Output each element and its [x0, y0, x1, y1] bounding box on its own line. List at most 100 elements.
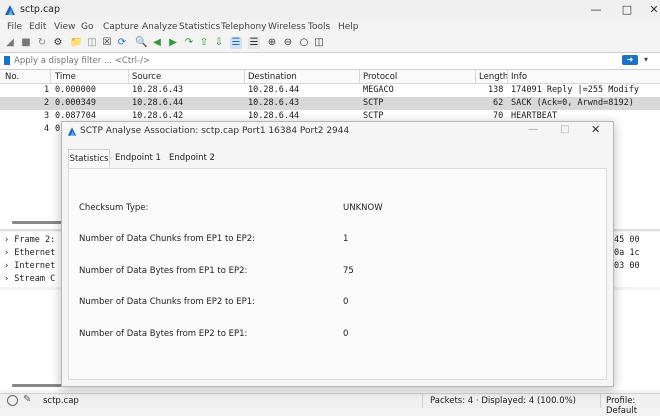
horizontal-scrollbar[interactable]	[12, 221, 62, 224]
expand-arrow-icon[interactable]: ›	[4, 235, 14, 245]
tab-statistics[interactable]: Statistics	[68, 149, 110, 168]
packet-time: 0.000349	[55, 98, 96, 108]
column-no[interactable]: No.	[5, 72, 19, 82]
column-separator[interactable]	[50, 70, 51, 83]
packet-source: 10.28.6.44	[132, 98, 184, 108]
menu-edit[interactable]: Edit	[29, 22, 46, 32]
column-separator[interactable]	[359, 70, 360, 83]
menu-capture[interactable]: Capture	[103, 22, 139, 32]
go-last-icon[interactable]: ⇩	[213, 37, 225, 49]
wireshark-logo-icon	[5, 5, 15, 15]
stop-capture-icon[interactable]: ■	[20, 37, 32, 49]
menu-help[interactable]: Help	[338, 22, 359, 32]
dialog-title: SCTP Analyse Association: sctp.cap Port1…	[80, 126, 350, 136]
menu-tools[interactable]: Tools	[308, 22, 330, 32]
details-ethernet-line[interactable]: › Ethernet	[4, 248, 55, 258]
column-info[interactable]: Info	[511, 72, 527, 82]
menu-wireless[interactable]: Wireless	[268, 22, 306, 32]
restart-capture-icon[interactable]: ↻	[36, 37, 48, 49]
find-packet-icon[interactable]: 🔍	[135, 37, 147, 49]
normal-size-icon[interactable]: ○	[298, 37, 310, 49]
details-stream-line[interactable]: › Stream C	[4, 274, 55, 284]
zoom-in-icon[interactable]: ⊕	[266, 37, 278, 49]
checksum-type-value: UNKNOW	[343, 203, 383, 213]
go-first-icon[interactable]: ⇧	[198, 37, 210, 49]
packet-row-selected[interactable]: 2 0.000349 10.28.6.44 10.28.6.43 SCTP 62…	[0, 97, 660, 110]
packet-destination: 10.28.6.44	[248, 85, 300, 95]
menu-statistics[interactable]: Statistics	[179, 22, 220, 32]
packet-time: 0.087704	[55, 111, 96, 121]
close-file-icon[interactable]: ☒	[101, 37, 113, 49]
expand-arrow-icon[interactable]: ›	[4, 248, 14, 258]
title-bar: sctp.cap — □ ✕	[0, 0, 660, 20]
packet-info: SACK (Ack=0, Arwnd=8192)	[511, 98, 634, 108]
bytes-row: 03 00	[614, 261, 640, 271]
menu-view[interactable]: View	[54, 22, 75, 32]
menu-bar: File Edit View Go Capture Analyze Statis…	[0, 20, 660, 35]
dialog-close-button[interactable]: ✕	[591, 123, 600, 136]
data-bytes-ep2-ep1-label: Number of Data Bytes from EP2 to EP1:	[79, 329, 248, 339]
sctp-analyse-dialog: SCTP Analyse Association: sctp.cap Port1…	[61, 121, 614, 387]
wireshark-logo-icon	[67, 127, 77, 136]
packet-info: HEARTBEAT	[511, 111, 558, 121]
reload-file-icon[interactable]: ⟳	[116, 37, 128, 49]
column-separator[interactable]	[475, 70, 476, 83]
statistics-panel: Checksum Type: UNKNOW Number of Data Chu…	[68, 168, 607, 380]
open-file-icon[interactable]: 📁	[70, 37, 82, 49]
data-bytes-ep1-ep2-value: 75	[343, 266, 354, 276]
edit-comment-icon[interactable]: ✎	[23, 394, 31, 405]
tab-endpoint-1[interactable]: Endpoint 1	[114, 149, 162, 167]
details-internet-line[interactable]: › Internet	[4, 261, 55, 271]
main-toolbar: ◢ ■ ↻ ⚙ 📁 ◫ ☒ ⟳ 🔍 ◀ ▶ ↷ ⇧ ⇩ ☰ ☰ ⊕ ⊖ ○ ◫	[0, 35, 660, 52]
status-divider	[422, 394, 423, 408]
column-separator[interactable]	[507, 70, 508, 83]
data-bytes-ep1-ep2-label: Number of Data Bytes from EP1 to EP2:	[79, 266, 248, 276]
details-frame-line[interactable]: › Frame 2:	[4, 235, 55, 245]
expand-arrow-icon[interactable]: ›	[4, 261, 14, 271]
chevron-down-icon[interactable]: ▾	[644, 55, 648, 64]
close-button[interactable]: ✕	[644, 2, 660, 18]
menu-analyze[interactable]: Analyze	[142, 22, 177, 32]
column-length[interactable]: Length	[479, 72, 508, 82]
colorize-icon[interactable]: ☰	[248, 37, 260, 49]
expand-arrow-icon[interactable]: ›	[4, 274, 14, 284]
go-to-packet-icon[interactable]: ↷	[183, 37, 195, 49]
window-title: sctp.cap	[20, 4, 61, 15]
maximize-button[interactable]: □	[617, 2, 637, 18]
apply-filter-arrow-icon[interactable]: ➜	[622, 55, 638, 65]
auto-scroll-icon[interactable]: ☰	[230, 37, 242, 49]
start-capture-icon[interactable]: ◢	[4, 37, 16, 49]
status-profile[interactable]: Profile: Default	[606, 396, 660, 416]
packet-no: 1	[44, 85, 50, 95]
tab-endpoint-2[interactable]: Endpoint 2	[168, 149, 216, 167]
go-forward-icon[interactable]: ▶	[167, 37, 179, 49]
checksum-type-label: Checksum Type:	[79, 203, 149, 213]
packet-length: 138	[488, 85, 504, 95]
save-file-icon[interactable]: ◫	[86, 37, 98, 49]
go-back-icon[interactable]: ◀	[151, 37, 163, 49]
menu-telephony[interactable]: Telephony	[221, 22, 267, 32]
packet-protocol: SCTP	[363, 98, 384, 108]
menu-file[interactable]: File	[7, 22, 22, 32]
packet-destination: 10.28.6.44	[248, 111, 300, 121]
display-filter-input[interactable]	[14, 55, 614, 66]
expert-info-icon[interactable]	[7, 395, 18, 406]
capture-options-icon[interactable]: ⚙	[52, 37, 64, 49]
packet-time: 0	[55, 124, 61, 134]
resize-columns-icon[interactable]: ◫	[313, 37, 325, 49]
data-chunks-ep2-ep1-value: 0	[343, 297, 349, 307]
column-destination[interactable]: Destination	[248, 72, 297, 82]
packet-row[interactable]: 1 0.000000 10.28.6.43 10.28.6.44 MEGACO …	[0, 84, 660, 97]
packet-info: 174091 Reply |=255 Modify	[511, 85, 639, 95]
zoom-out-icon[interactable]: ⊖	[282, 37, 294, 49]
dialog-maximize-button[interactable]: □	[560, 124, 569, 135]
column-separator[interactable]	[128, 70, 129, 83]
column-time[interactable]: Time	[55, 72, 76, 82]
dialog-minimize-button[interactable]: —	[528, 124, 538, 135]
bookmark-icon[interactable]	[4, 56, 10, 65]
minimize-button[interactable]: —	[586, 2, 606, 18]
menu-go[interactable]: Go	[81, 22, 93, 32]
column-source[interactable]: Source	[132, 72, 161, 82]
column-separator[interactable]	[244, 70, 245, 83]
column-protocol[interactable]: Protocol	[363, 72, 397, 82]
